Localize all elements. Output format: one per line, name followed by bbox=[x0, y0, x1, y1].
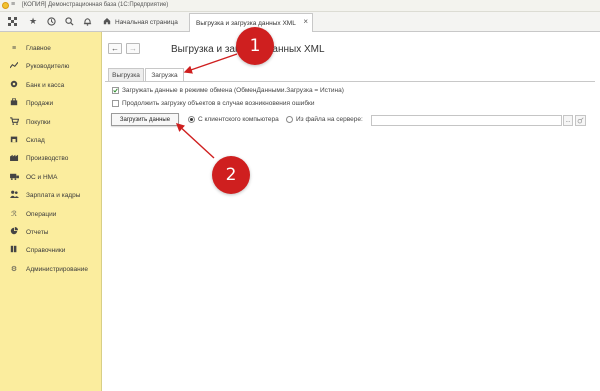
assets-icon bbox=[9, 172, 19, 182]
sidebar-item-label: Склад bbox=[26, 136, 45, 144]
sidebar-item-purchases[interactable]: Покупки bbox=[0, 115, 100, 129]
radio-server-file[interactable] bbox=[286, 116, 293, 123]
warehouse-icon bbox=[9, 135, 19, 145]
exchange-mode-checkbox[interactable] bbox=[112, 87, 119, 94]
annotation-badge-1: 1 bbox=[236, 27, 274, 65]
continue-on-error-label: Продолжить загрузку объектов в случае во… bbox=[122, 100, 315, 107]
radio-server-label: Из файла на сервере: bbox=[296, 116, 363, 123]
cart-icon bbox=[9, 117, 19, 127]
sales-icon bbox=[9, 98, 19, 108]
history-icon[interactable] bbox=[45, 15, 57, 27]
operations-icon: ℛ bbox=[11, 211, 17, 218]
sidebar-item-label: Зарплата и кадры bbox=[26, 191, 81, 199]
tab-import[interactable]: Загрузка bbox=[145, 68, 184, 81]
sidebar-item-label: Администрирование bbox=[26, 265, 88, 273]
sidebar-item-assets[interactable]: ОС и НМА bbox=[0, 170, 100, 184]
open-file-icon[interactable] bbox=[575, 115, 586, 126]
bell-icon[interactable] bbox=[81, 15, 93, 27]
annotation-badge-2: 2 bbox=[212, 156, 250, 194]
sidebar-item-label: Продажи bbox=[26, 99, 54, 107]
sidebar-item-warehouse[interactable]: Склад bbox=[0, 133, 100, 147]
sidebar-item-salary[interactable]: Зарплата и кадры bbox=[0, 188, 100, 202]
sidebar-item-main[interactable]: ≡ Главное bbox=[0, 41, 100, 55]
apps-grid-icon[interactable] bbox=[6, 15, 18, 27]
sidebar-item-label: Покупки bbox=[26, 118, 51, 126]
tab-home-label: Начальная страница bbox=[115, 18, 178, 26]
forward-button[interactable]: → bbox=[126, 43, 140, 54]
tab-export[interactable]: Выгрузка bbox=[108, 68, 144, 81]
people-icon bbox=[9, 190, 19, 200]
menu-icon: ≡ bbox=[11, 44, 17, 52]
window-title: [КОПИЯ] Демонстрационная база (1С:Предпр… bbox=[22, 1, 169, 8]
app-logo-icon[interactable] bbox=[2, 2, 9, 9]
sidebar-item-label: Руководителю bbox=[26, 62, 70, 70]
sidebar-item-bank[interactable]: Банк и касса bbox=[0, 78, 100, 92]
radio-client-label: С клиентского компьютера bbox=[198, 116, 279, 123]
arrow-2 bbox=[175, 123, 215, 159]
continue-on-error-checkbox[interactable] bbox=[112, 100, 119, 107]
sidebar-item-label: Главное bbox=[26, 44, 51, 52]
chart-icon bbox=[9, 61, 19, 71]
home-icon bbox=[103, 17, 111, 27]
tabs-divider bbox=[105, 81, 595, 82]
exchange-mode-label: Загружать данные в режиме обмена (ОбменД… bbox=[122, 87, 344, 94]
sidebar-item-catalogs[interactable]: Справочники bbox=[0, 243, 100, 257]
sidebar: ≡ Главное Руководителю Банк и касса Прод… bbox=[0, 32, 102, 391]
radio-client-computer[interactable] bbox=[188, 116, 195, 123]
sidebar-item-operations[interactable]: ℛ Операции bbox=[0, 207, 100, 221]
coins-icon bbox=[9, 80, 19, 90]
sidebar-item-label: Операции bbox=[26, 210, 57, 218]
sidebar-item-label: Производство bbox=[26, 154, 69, 162]
star-icon[interactable]: ★ bbox=[27, 15, 39, 27]
tab-data-exchange-label: Выгрузка и загрузка данных XML bbox=[196, 19, 296, 27]
browse-button[interactable]: ... bbox=[563, 115, 573, 126]
books-icon bbox=[9, 245, 19, 255]
server-path-input[interactable] bbox=[371, 115, 562, 126]
menu-icon[interactable]: ≡ bbox=[11, 1, 15, 8]
back-button[interactable]: ← bbox=[108, 43, 122, 54]
tab-home[interactable]: Начальная страница bbox=[98, 13, 187, 31]
sidebar-item-reports[interactable]: Отчеты bbox=[0, 225, 100, 239]
reports-icon bbox=[9, 227, 19, 237]
sidebar-item-label: Отчеты bbox=[26, 228, 49, 236]
sidebar-item-label: Банк и касса bbox=[26, 81, 65, 89]
close-icon[interactable]: × bbox=[303, 17, 308, 26]
sidebar-item-management[interactable]: Руководителю bbox=[0, 59, 100, 73]
sidebar-item-label: ОС и НМА bbox=[26, 173, 58, 181]
sidebar-item-administration[interactable]: ⚙ Администрирование bbox=[0, 262, 100, 276]
load-data-button[interactable]: Загрузить данные bbox=[111, 113, 179, 126]
search-icon[interactable] bbox=[63, 15, 75, 27]
sidebar-item-sales[interactable]: Продажи bbox=[0, 96, 100, 110]
arrow-1 bbox=[183, 53, 238, 74]
sidebar-item-label: Справочники bbox=[26, 246, 66, 254]
factory-icon bbox=[9, 153, 19, 163]
sidebar-item-production[interactable]: Производство bbox=[0, 151, 100, 165]
gear-icon: ⚙ bbox=[10, 266, 18, 273]
